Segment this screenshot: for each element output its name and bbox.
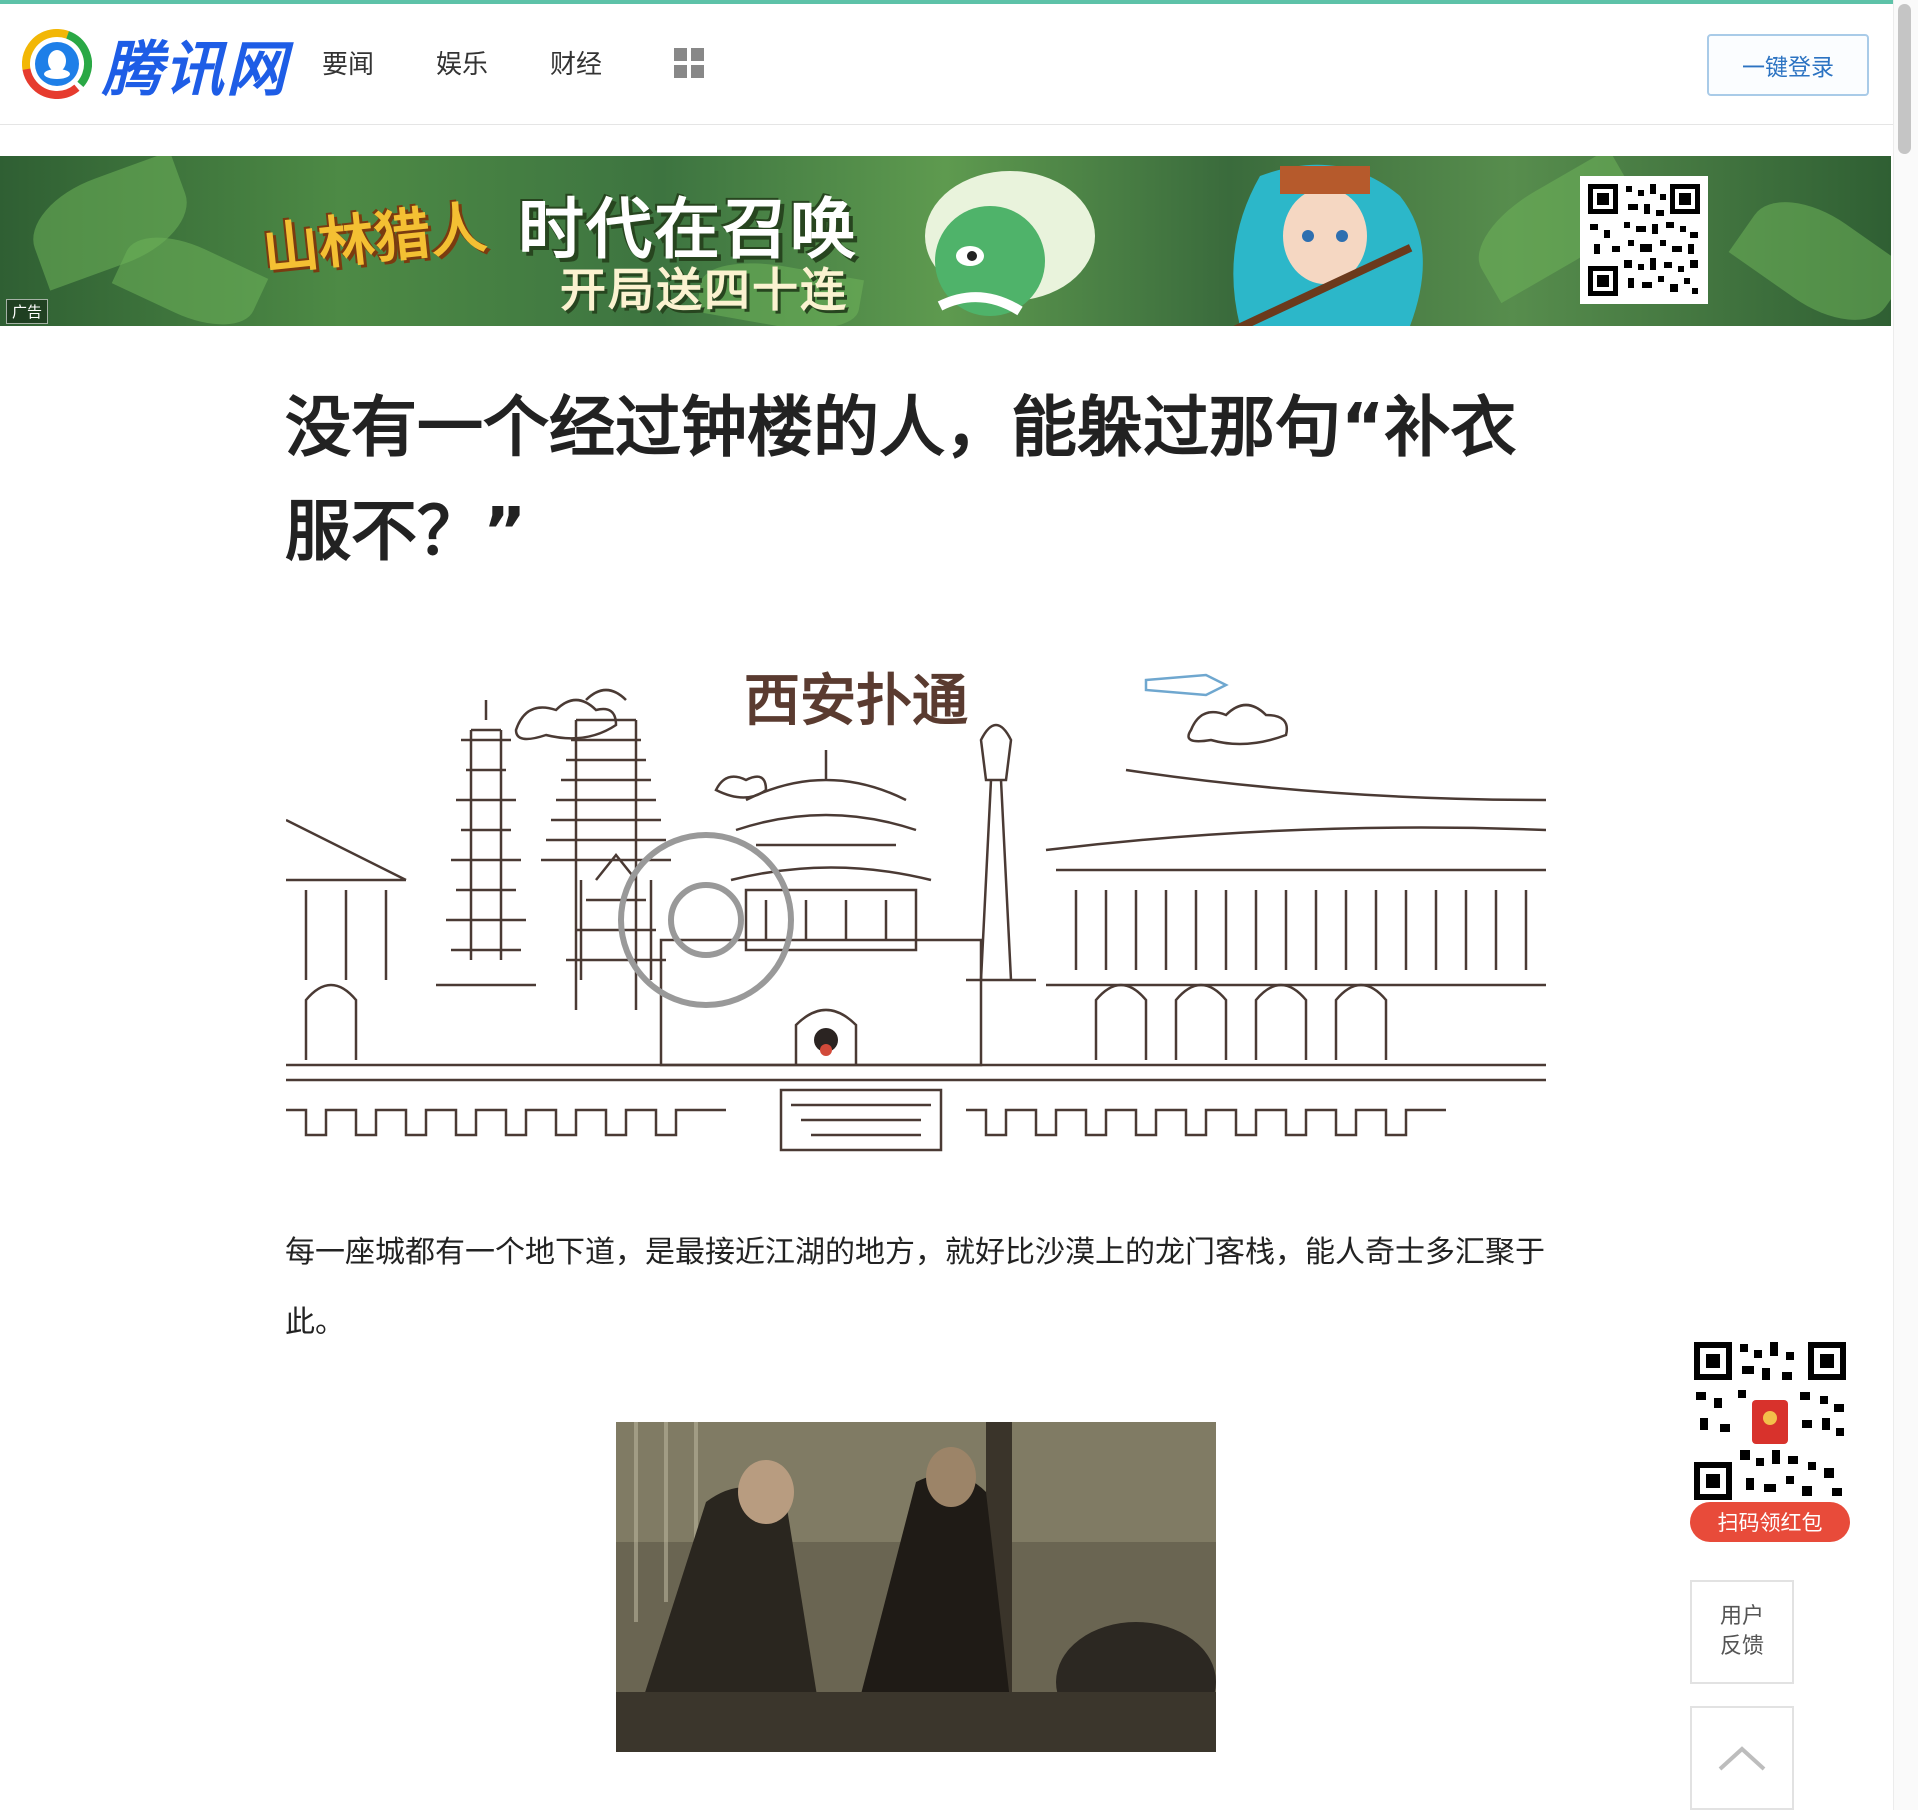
nav-item-finance[interactable]: 财经 <box>550 44 602 81</box>
scan-redpack-button[interactable]: 扫码领红包 <box>1690 1502 1850 1542</box>
nav-item-entertainment[interactable]: 娱乐 <box>436 44 488 81</box>
green-creature-image <box>925 171 1095 316</box>
article-title: 没有一个经过钟楼的人，能躲过那句“补衣服不？” <box>285 389 1517 570</box>
illustration-title: 西安扑通 <box>744 668 968 734</box>
chevron-up-icon <box>1718 1746 1766 1771</box>
ad-slogan-sub: 开局送四十连 <box>560 263 848 317</box>
nav-item-news[interactable]: 要闻 <box>322 44 374 81</box>
logo-text: 腾讯网 <box>102 34 288 105</box>
xian-cityscape-illustration: 西安扑通 <box>286 668 1546 1152</box>
qr-code-icon[interactable] <box>1690 1338 1850 1504</box>
site-header: 腾讯网 要闻 娱乐 财经 一键登录 <box>0 4 1893 125</box>
qr-code-icon <box>1580 176 1708 304</box>
game-logo: 山林猎人 <box>259 195 490 284</box>
feedback-label-line2: 反馈 <box>1719 1634 1764 1659</box>
scrollbar-thumb[interactable] <box>1898 4 1911 154</box>
grid-menu-icon[interactable] <box>674 47 705 78</box>
user-feedback-button[interactable]: 用户 反馈 <box>1690 1580 1794 1684</box>
feedback-label-line1: 用户 <box>1719 1604 1764 1629</box>
article-paragraph: 每一座城都有一个地下道，是最接近江湖的地方，就好比沙漠上的龙门客栈，能人奇士多汇… <box>285 1235 1545 1340</box>
back-to-top-button[interactable] <box>1690 1706 1794 1810</box>
site-logo[interactable]: 腾讯网 <box>22 24 288 105</box>
ad-label: 广告 <box>6 299 49 324</box>
tencent-logo-icon <box>22 29 92 99</box>
heroine-character-image <box>1227 164 1423 326</box>
main-nav: 要闻 娱乐 财经 <box>322 44 705 81</box>
ad-banner[interactable]: 山林猎人 时代在召唤 开局送四十连 广告 <box>0 156 1891 326</box>
movie-still-image <box>616 1422 1216 1752</box>
scrollbar-track[interactable] <box>1893 0 1918 1810</box>
login-button[interactable]: 一键登录 <box>1707 34 1869 96</box>
